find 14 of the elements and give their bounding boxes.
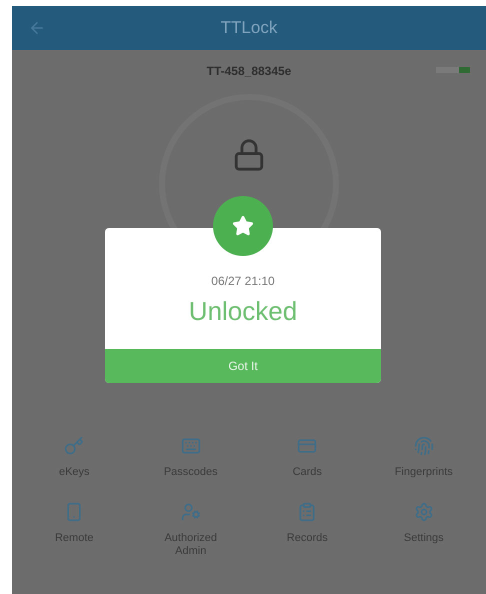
fingerprint-icon [414, 436, 434, 456]
battery-icon [436, 67, 470, 73]
header-title: TTLock [220, 18, 278, 38]
settings-icon [414, 502, 434, 522]
key-icon [64, 436, 84, 456]
user-icon [180, 502, 201, 522]
clipboard-icon [297, 502, 318, 522]
keypad-icon [180, 436, 201, 456]
lock-name: TT-458_88345e [206, 64, 292, 78]
got-it-button[interactable]: Got It [105, 349, 381, 383]
unlock-time: 06/27 21:10 [211, 274, 275, 288]
unlock-status: Unlocked [188, 296, 298, 327]
padlock-icon [232, 138, 266, 172]
star-icon [232, 215, 254, 237]
